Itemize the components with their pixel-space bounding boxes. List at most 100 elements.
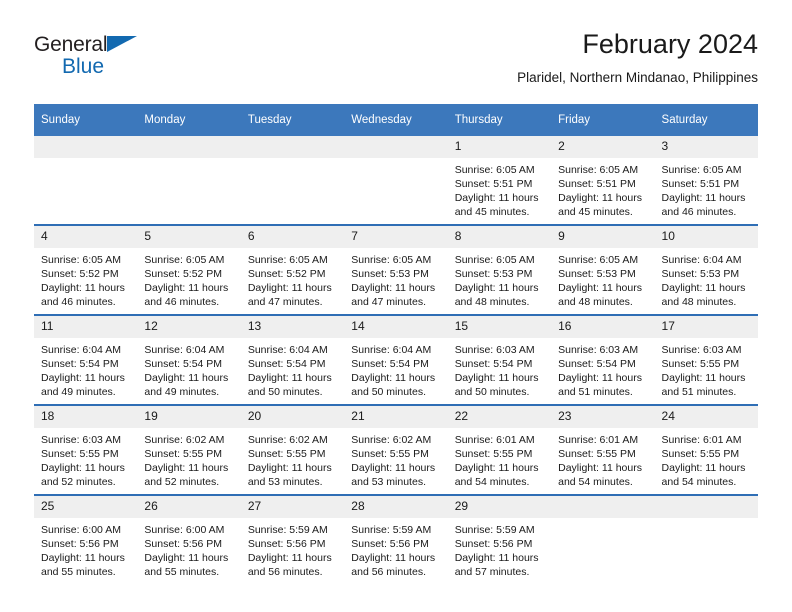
calendar-day-cell[interactable]: 19 Sunrise: 6:02 AM Sunset: 5:55 PM Dayligh… — [137, 404, 241, 495]
calendar-day-cell[interactable]: 6 Sunrise: 6:05 AM Sunset: 5:52 PM Daylight… — [240, 224, 345, 315]
calendar-body: 1 Sunrise: 6:05 AM Sunset: 5:51 PM Daylight… — [34, 136, 758, 584]
calendar-day-cell[interactable]: 11 Sunrise: 6:04 AM Sunset: 5:54 PM Dayligh… — [34, 314, 138, 405]
calendar-day-cell[interactable]: 10 Sunrise: 6:04 AM Sunset: 5:53 PM Dayligh… — [654, 224, 758, 315]
day-details: Sunrise: 6:02 AM Sunset: 5:55 PM Daylight:… — [137, 428, 240, 489]
sunset-text: Sunset: 5:56 PM — [247, 538, 326, 551]
calendar-day-cell[interactable]: 26 Sunrise: 6:00 AM Sunset: 5:56 PM Dayligh… — [137, 494, 241, 584]
day-number: 10 — [654, 226, 758, 249]
sunrise-text: Sunrise: 5:59 AM — [351, 524, 432, 537]
weekday-header-monday: Monday — [137, 104, 241, 136]
calendar-day-cell[interactable]: 20 Sunrise: 6:02 AM Sunset: 5:55 PM Dayligh… — [240, 404, 345, 495]
day-number: 6 — [240, 226, 345, 249]
day-number: 28 — [344, 496, 448, 519]
daylight-text: Daylight: 11 hours and 52 minutes. — [41, 462, 125, 489]
day-details: Sunrise: 6:01 AM Sunset: 5:55 PM Daylight:… — [655, 428, 758, 489]
sunrise-text: Sunrise: 6:01 AM — [454, 434, 535, 447]
sunset-text: Sunset: 5:53 PM — [558, 268, 636, 281]
calendar-day-cell[interactable]: 15 Sunrise: 6:03 AM Sunset: 5:54 PM Dayligh… — [447, 314, 552, 405]
weekday-header-row: Sunday Monday Tuesday Wednesday Thursday… — [34, 104, 758, 136]
sunset-text: Sunset: 5:55 PM — [661, 358, 740, 371]
day-number: 26 — [137, 496, 241, 519]
sunset-text: Sunset: 5:53 PM — [351, 268, 429, 281]
day-number — [654, 496, 758, 519]
calendar-day-cell[interactable]: 21 Sunrise: 6:02 AM Sunset: 5:55 PM Dayligh… — [344, 404, 448, 495]
calendar-day-cell[interactable]: 18 Sunrise: 6:03 AM Sunset: 5:55 PM Dayligh… — [34, 404, 138, 495]
sunrise-text: Sunrise: 6:04 AM — [247, 344, 328, 357]
sunset-text: Sunset: 5:55 PM — [247, 448, 326, 461]
day-number: 3 — [654, 136, 758, 159]
weekday-header-tuesday: Tuesday — [240, 104, 345, 136]
weekday-header-sunday: Sunday — [34, 104, 138, 136]
calendar-day-cell[interactable]: 14 Sunrise: 6:04 AM Sunset: 5:54 PM Dayligh… — [344, 314, 448, 405]
sunset-text: Sunset: 5:51 PM — [454, 178, 533, 191]
sunset-text: Sunset: 5:55 PM — [661, 448, 740, 461]
day-number: 8 — [447, 226, 552, 249]
sunset-text: Sunset: 5:55 PM — [351, 448, 429, 461]
calendar-day-cell[interactable]: 16 Sunrise: 6:03 AM Sunset: 5:54 PM Dayligh… — [551, 314, 655, 405]
calendar-day-cell[interactable]: 24 Sunrise: 6:01 AM Sunset: 5:55 PM Dayligh… — [654, 404, 758, 495]
sunrise-text: Sunrise: 6:00 AM — [144, 524, 225, 537]
day-number: 24 — [654, 406, 758, 429]
day-number: 12 — [137, 316, 241, 339]
day-details: Sunrise: 6:05 AM Sunset: 5:53 PM Daylight:… — [344, 248, 447, 309]
calendar-day-cell-empty — [34, 136, 138, 225]
sunrise-text: Sunrise: 6:04 AM — [41, 344, 121, 357]
calendar-day-cell[interactable]: 4 Sunrise: 6:05 AM Sunset: 5:52 PM Daylight… — [34, 224, 138, 315]
daylight-text: Daylight: 11 hours and 45 minutes. — [558, 192, 642, 219]
sunset-text: Sunset: 5:56 PM — [144, 538, 223, 551]
day-details: Sunrise: 6:00 AM Sunset: 5:56 PM Daylight:… — [34, 518, 137, 579]
calendar-day-cell[interactable]: 13 Sunrise: 6:04 AM Sunset: 5:54 PM Dayligh… — [240, 314, 345, 405]
day-number: 16 — [551, 316, 655, 339]
day-number: 4 — [34, 226, 138, 249]
calendar-day-cell[interactable]: 29 Sunrise: 5:59 AM Sunset: 5:56 PM Dayligh… — [447, 494, 552, 584]
daylight-text: Daylight: 11 hours and 47 minutes. — [247, 282, 332, 309]
calendar-day-cell[interactable]: 12 Sunrise: 6:04 AM Sunset: 5:54 PM Dayligh… — [137, 314, 241, 405]
calendar-day-cell[interactable]: 7 Sunrise: 6:05 AM Sunset: 5:53 PM Daylight… — [344, 224, 448, 315]
calendar-day-cell[interactable]: 5 Sunrise: 6:05 AM Sunset: 5:52 PM Daylight… — [137, 224, 241, 315]
sunrise-text: Sunrise: 6:03 AM — [661, 344, 742, 357]
day-details: Sunrise: 6:02 AM Sunset: 5:55 PM Daylight:… — [344, 428, 447, 489]
day-number — [551, 496, 655, 519]
day-number: 22 — [447, 406, 552, 429]
calendar-day-cell[interactable]: 22 Sunrise: 6:01 AM Sunset: 5:55 PM Dayligh… — [447, 404, 552, 495]
calendar-day-cell[interactable]: 2 Sunrise: 6:05 AM Sunset: 5:51 PM Daylight… — [551, 136, 655, 225]
calendar-day-cell[interactable]: 9 Sunrise: 6:05 AM Sunset: 5:53 PM Daylight… — [551, 224, 655, 315]
day-number: 20 — [240, 406, 345, 429]
calendar-table: Sunday Monday Tuesday Wednesday Thursday… — [34, 104, 758, 584]
daylight-text: Daylight: 11 hours and 48 minutes. — [661, 282, 746, 309]
sunrise-text: Sunrise: 6:05 AM — [454, 254, 535, 267]
sunrise-text: Sunrise: 6:03 AM — [558, 344, 639, 357]
day-number: 18 — [34, 406, 138, 429]
day-details: Sunrise: 6:03 AM Sunset: 5:54 PM Daylight:… — [448, 338, 551, 399]
day-details: Sunrise: 6:03 AM Sunset: 5:55 PM Daylight:… — [655, 338, 758, 399]
calendar-day-cell[interactable]: 27 Sunrise: 5:59 AM Sunset: 5:56 PM Dayligh… — [240, 494, 345, 584]
day-number — [344, 136, 448, 159]
brand-logo[interactable]: General Blue — [34, 34, 184, 82]
sunset-text: Sunset: 5:55 PM — [558, 448, 636, 461]
daylight-text: Daylight: 11 hours and 56 minutes. — [351, 552, 436, 579]
weekday-header-friday: Friday — [551, 104, 655, 136]
sunset-text: Sunset: 5:53 PM — [454, 268, 533, 281]
calendar-day-cell[interactable]: 1 Sunrise: 6:05 AM Sunset: 5:51 PM Daylight… — [447, 136, 552, 225]
day-number — [240, 136, 345, 159]
calendar-day-cell[interactable]: 23 Sunrise: 6:01 AM Sunset: 5:55 PM Dayligh… — [551, 404, 655, 495]
sunrise-text: Sunrise: 6:05 AM — [41, 254, 121, 267]
calendar-day-cell[interactable]: 25 Sunrise: 6:00 AM Sunset: 5:56 PM Dayligh… — [34, 494, 138, 584]
logo-text-general: General — [34, 33, 108, 56]
day-number: 21 — [344, 406, 448, 429]
sunset-text: Sunset: 5:56 PM — [41, 538, 119, 551]
calendar-day-cell[interactable]: 17 Sunrise: 6:03 AM Sunset: 5:55 PM Dayligh… — [654, 314, 758, 405]
sunset-text: Sunset: 5:54 PM — [144, 358, 223, 371]
calendar-day-cell[interactable]: 28 Sunrise: 5:59 AM Sunset: 5:56 PM Dayligh… — [344, 494, 448, 584]
sunset-text: Sunset: 5:52 PM — [41, 268, 119, 281]
calendar-day-cell[interactable]: 3 Sunrise: 6:05 AM Sunset: 5:51 PM Daylight… — [654, 136, 758, 225]
sunrise-text: Sunrise: 6:05 AM — [558, 254, 639, 267]
sunrise-text: Sunrise: 5:59 AM — [247, 524, 328, 537]
sunrise-text: Sunrise: 6:05 AM — [661, 164, 742, 177]
daylight-text: Daylight: 11 hours and 55 minutes. — [144, 552, 229, 579]
sunset-text: Sunset: 5:54 PM — [558, 358, 636, 371]
day-number: 2 — [551, 136, 655, 159]
calendar-day-cell[interactable]: 8 Sunrise: 6:05 AM Sunset: 5:53 PM Daylight… — [447, 224, 552, 315]
day-number: 19 — [137, 406, 241, 429]
calendar-header-row: Sunday Monday Tuesday Wednesday Thursday… — [34, 104, 758, 136]
